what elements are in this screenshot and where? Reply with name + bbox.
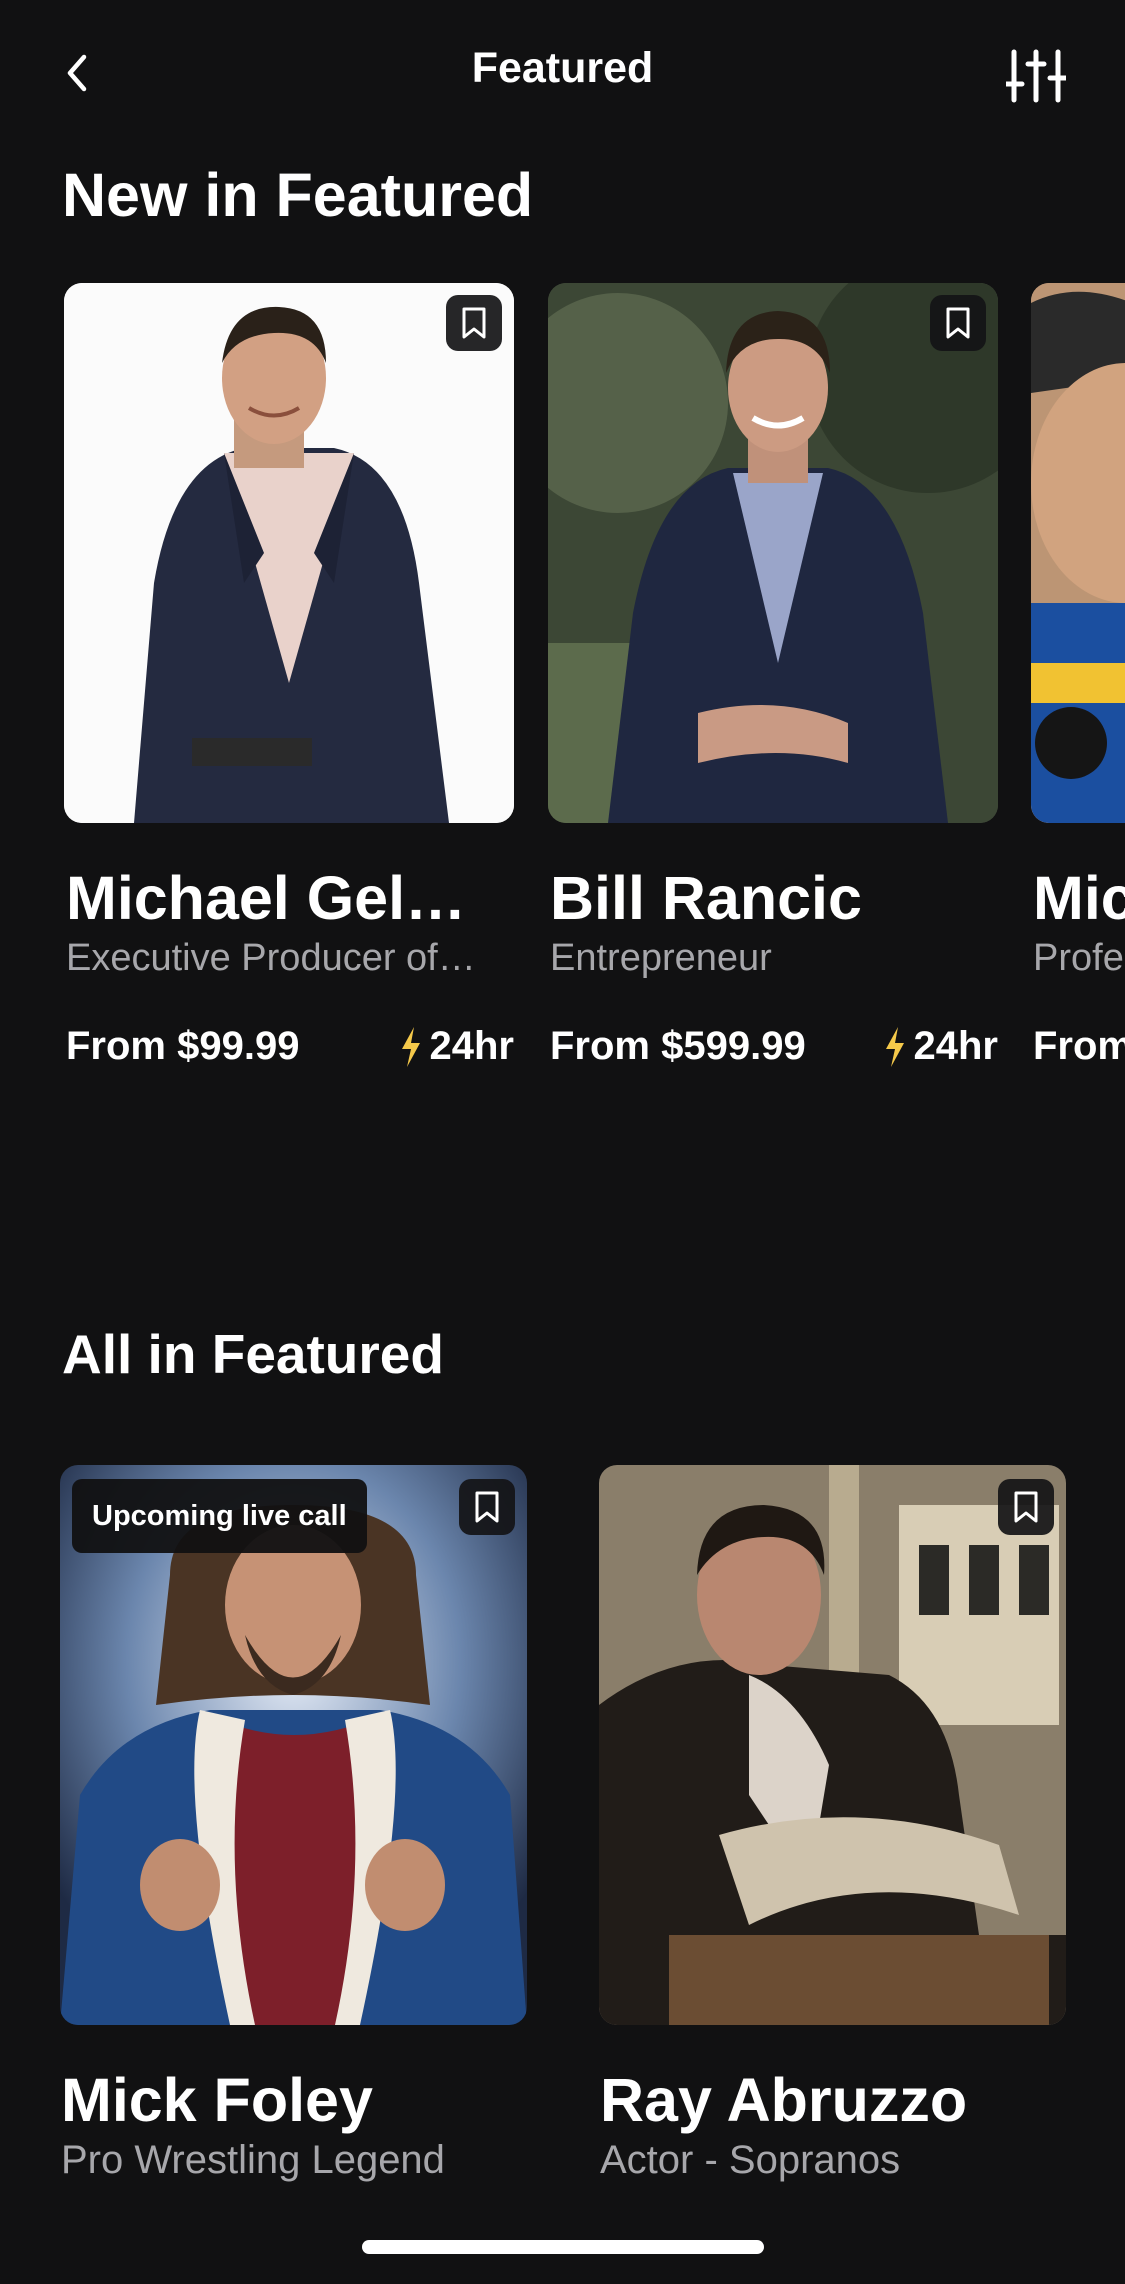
talent-name: Bill Rancic: [550, 864, 862, 932]
bookmark-icon: [462, 307, 486, 339]
page-title: Featured: [471, 44, 654, 92]
bookmark-button[interactable]: [930, 295, 986, 351]
talent-price: From $99.99: [66, 1024, 300, 1068]
talent-role: Actor - Sopranos: [600, 2138, 901, 2182]
bookmark-icon: [475, 1491, 499, 1523]
talent-name: Mick Foley: [61, 2066, 373, 2134]
talent-name: Mic: [1033, 864, 1125, 932]
top-bar: Featured: [0, 30, 1125, 112]
talent-role: Executive Producer of…: [66, 937, 476, 979]
filter-button[interactable]: [1000, 40, 1072, 112]
talent-photo: [599, 1465, 1066, 2025]
section-title-all: All in Featured: [62, 1323, 444, 1385]
delivery-time: 24hr: [400, 1024, 515, 1069]
delivery-time-label: 24hr: [913, 1024, 999, 1068]
featured-screen: Featured New in Featured Michael Gel… Ex…: [0, 0, 1125, 2284]
bookmark-button[interactable]: [459, 1479, 515, 1535]
talent-card[interactable]: Mic Profe From: [1031, 283, 1125, 1068]
talent-price: From $599.99: [550, 1024, 806, 1068]
talent-role: Pro Wrestling Legend: [61, 2138, 445, 2182]
talent-photo-art: [548, 283, 998, 823]
talent-role: Profe: [1033, 937, 1124, 979]
bookmark-button[interactable]: [998, 1479, 1054, 1535]
talent-photo-art: [64, 283, 514, 823]
delivery-time: 24hr: [884, 1024, 999, 1069]
home-indicator[interactable]: [362, 2240, 764, 2254]
talent-card[interactable]: Upcoming live call Mick Foley Pro Wrestl…: [60, 1465, 527, 2182]
talent-name: Michael Gel…: [66, 864, 467, 932]
live-call-badge: Upcoming live call: [72, 1479, 367, 1553]
talent-card[interactable]: Ray Abruzzo Actor - Sopranos: [599, 1465, 1066, 2182]
bookmark-icon: [1014, 1491, 1038, 1523]
new-featured-carousel[interactable]: Michael Gel… Executive Producer of… From…: [0, 283, 1125, 1103]
talent-card[interactable]: Michael Gel… Executive Producer of… From…: [64, 283, 514, 1068]
talent-name: Ray Abruzzo: [600, 2066, 968, 2134]
talent-card[interactable]: Bill Rancic Entrepreneur From $599.99 24…: [548, 283, 998, 1068]
talent-photo: [548, 283, 998, 823]
bookmark-icon: [946, 307, 970, 339]
bookmark-button[interactable]: [446, 295, 502, 351]
talent-photo: [64, 283, 514, 823]
section-title-new: New in Featured: [62, 161, 534, 229]
talent-photo-art: [1031, 283, 1125, 823]
talent-photo: Upcoming live call: [60, 1465, 527, 2025]
talent-photo-art: [599, 1465, 1066, 2025]
talent-role: Entrepreneur: [550, 937, 772, 979]
delivery-time-label: 24hr: [429, 1024, 515, 1068]
talent-price: From: [1033, 1024, 1125, 1068]
lightning-icon: [885, 1026, 904, 1067]
sliders-icon: [1006, 49, 1066, 103]
talent-photo: [1031, 283, 1125, 823]
lightning-icon: [401, 1026, 420, 1067]
